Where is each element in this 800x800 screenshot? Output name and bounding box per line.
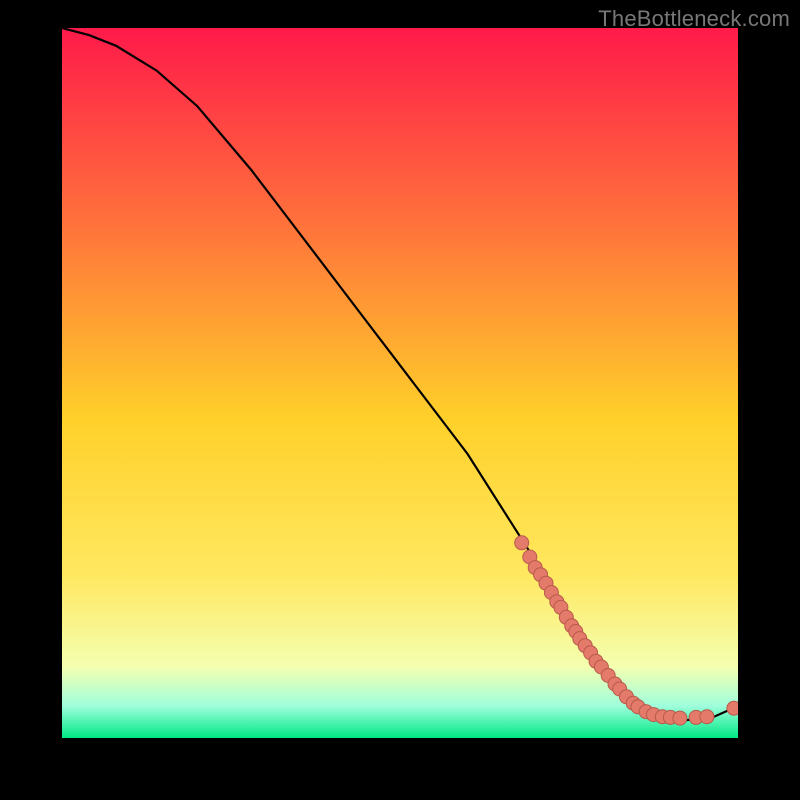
data-point: [700, 710, 714, 724]
gradient-background: [62, 28, 738, 738]
chart-area: [62, 28, 738, 738]
data-point: [515, 536, 529, 550]
watermark-label: TheBottleneck.com: [598, 6, 790, 32]
chart-svg: [62, 28, 738, 738]
data-point: [727, 701, 738, 715]
data-point: [673, 711, 687, 725]
